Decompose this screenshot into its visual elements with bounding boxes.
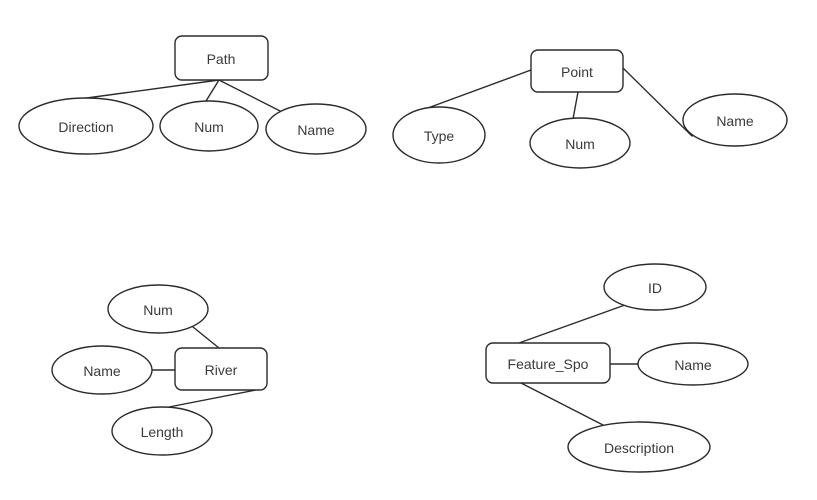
attribute-ellipse-point-num[interactable] (529, 117, 631, 169)
entity-group-path: Direction Num Name Path (18, 35, 367, 155)
connector-feature-spo-id (518, 304, 626, 344)
entity-box-point[interactable] (530, 49, 624, 93)
attribute-ellipse-id[interactable] (603, 263, 707, 311)
connector-point-name (622, 67, 693, 137)
entity-group-river: Num Name Length River (51, 284, 268, 456)
attribute-ellipse-path-num[interactable] (159, 100, 259, 152)
attribute-ellipse-river-num[interactable] (107, 284, 209, 334)
entity-box-feature-spo[interactable] (485, 342, 611, 384)
entity-box-path[interactable] (174, 35, 269, 81)
attribute-ellipse-direction[interactable] (18, 97, 154, 155)
er-diagram-canvas: Direction Num Name Path Type Num Name Po… (18, 35, 788, 473)
connector-river-num (192, 326, 220, 349)
connector-path-num (205, 79, 220, 102)
connector-point-num (572, 91, 579, 120)
attribute-ellipse-path-name[interactable] (265, 103, 367, 155)
attribute-ellipse-river-name[interactable] (51, 345, 153, 395)
attribute-ellipse-type[interactable] (392, 106, 486, 164)
attribute-ellipse-length[interactable] (111, 406, 213, 456)
connector-point-type (416, 69, 532, 113)
connector-feature-spo-description (520, 382, 604, 426)
entity-box-river[interactable] (174, 347, 268, 391)
entity-group-point: Type Num Name Point (392, 49, 788, 169)
entity-group-feature-spo: ID Name Description Feature_Spo (485, 263, 749, 473)
attribute-ellipse-description[interactable] (567, 421, 711, 473)
attribute-ellipse-point-name[interactable] (682, 93, 788, 147)
attribute-ellipse-feature-spo-name[interactable] (637, 342, 749, 386)
